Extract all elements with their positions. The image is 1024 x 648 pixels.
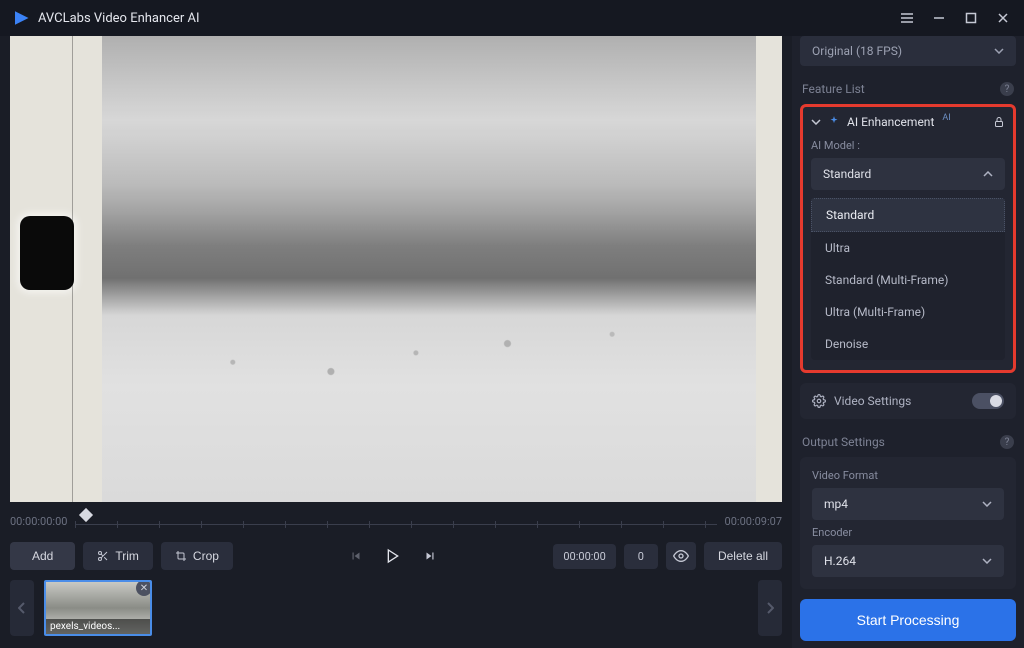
clip-strip-prev[interactable] [10,580,34,636]
film-edge-left [10,36,102,502]
video-settings-label: Video Settings [834,394,911,408]
trim-button-label: Trim [115,549,139,563]
start-processing-button[interactable]: Start Processing [800,599,1016,641]
clip-strip-next[interactable] [758,580,782,636]
window-controls [898,9,1012,27]
gear-icon [812,394,826,408]
crop-icon [175,550,187,562]
lock-icon[interactable] [993,116,1005,128]
ai-model-select[interactable]: Standard [811,158,1005,190]
scissors-icon [97,550,109,562]
video-settings-row[interactable]: Video Settings [800,383,1016,419]
help-icon[interactable]: ? [1000,435,1014,449]
video-settings-toggle[interactable] [972,393,1004,409]
clip-remove-icon[interactable]: ✕ [136,580,152,596]
ai-model-dropdown-list: Standard Ultra Standard (Multi-Frame) Ul… [811,198,1005,360]
ai-badge: AI [942,113,950,123]
clip-name: pexels_videos... [46,619,150,634]
chevron-up-icon [983,171,993,177]
timeline: 00:00:00:00 00:00:09:07 [10,502,782,536]
controls-row: Add Trim Crop 00:00:00 0 Delete all [10,536,782,580]
chevron-down-icon [982,558,992,564]
ai-enhancement-title: AI Enhancement [847,115,934,129]
video-format-select[interactable]: mp4 [812,488,1004,520]
prev-frame-icon[interactable] [349,549,363,563]
feature-list-heading: Feature List ? [802,82,1014,96]
menu-icon[interactable] [898,9,916,27]
timeline-end: 00:00:09:07 [725,515,782,528]
crop-button[interactable]: Crop [161,542,233,570]
sparkle-icon [827,115,841,129]
video-format-label: Video Format [812,469,1004,482]
titlebar: AVCLabs Video Enhancer AI [0,0,1024,36]
ai-model-option-denoise[interactable]: Denoise [811,328,1005,360]
ai-model-option-standard[interactable]: Standard [811,198,1005,232]
start-processing-label: Start Processing [857,612,960,628]
add-button[interactable]: Add [10,542,75,570]
encoder-value: H.264 [824,554,856,568]
app-title: AVCLabs Video Enhancer AI [38,11,200,26]
eye-icon [673,548,689,564]
video-preview[interactable] [10,36,782,502]
help-icon[interactable]: ? [1000,82,1014,96]
output-settings-heading: Output Settings ? [802,435,1014,449]
timeline-track[interactable] [75,510,716,532]
minimize-icon[interactable] [930,9,948,27]
encoder-label: Encoder [812,526,1004,539]
titlebar-left: AVCLabs Video Enhancer AI [12,9,200,27]
ai-model-option-standard-mf[interactable]: Standard (Multi-Frame) [811,264,1005,296]
film-image [102,36,756,502]
film-frame [10,36,782,502]
playhead-icon[interactable] [79,508,93,522]
feature-list-label: Feature List [802,82,865,96]
clip-thumbnail[interactable]: ✕ pexels_videos... [44,580,152,636]
trim-button[interactable]: Trim [83,542,153,570]
timecode-display[interactable]: 00:00:00 [553,544,615,569]
chevron-down-icon [982,501,992,507]
sidebar: Original (18 FPS) Feature List ? AI Enha… [792,36,1024,648]
fps-select[interactable]: Original (18 FPS) [800,36,1016,66]
ai-model-label: AI Model : [811,139,1005,152]
delete-all-label: Delete all [718,549,768,563]
encoder-select[interactable]: H.264 [812,545,1004,577]
delete-all-button[interactable]: Delete all [704,542,782,570]
maximize-icon[interactable] [962,9,980,27]
next-frame-icon[interactable] [423,549,437,563]
film-edge-right [756,36,782,502]
preview-toggle-button[interactable] [666,542,696,570]
ai-enhancement-panel: AI Enhancement AI AI Model : Standard St… [800,104,1016,373]
app-logo-icon [12,9,30,27]
film-sprocket-hole [20,216,74,290]
output-panel: Video Format mp4 Encoder H.264 [800,457,1016,589]
ai-model-option-ultra-mf[interactable]: Ultra (Multi-Frame) [811,296,1005,328]
clip-strip: ✕ pexels_videos... [10,580,782,636]
close-icon[interactable] [994,9,1012,27]
chevron-down-icon [994,48,1004,54]
frame-display[interactable]: 0 [624,544,658,569]
timeline-start: 00:00:00:00 [10,515,67,528]
main-column: 00:00:00:00 00:00:09:07 Add Trim Crop [0,36,792,648]
ai-model-selected: Standard [823,167,871,181]
fps-select-label: Original (18 FPS) [812,44,902,58]
output-settings-label: Output Settings [802,435,885,449]
ai-model-option-ultra[interactable]: Ultra [811,232,1005,264]
ai-enhancement-header[interactable]: AI Enhancement AI [811,115,1005,129]
video-format-value: mp4 [824,497,848,511]
play-icon[interactable] [385,548,401,564]
add-button-label: Add [32,549,53,563]
chevron-down-icon [811,119,821,125]
crop-button-label: Crop [193,549,219,563]
